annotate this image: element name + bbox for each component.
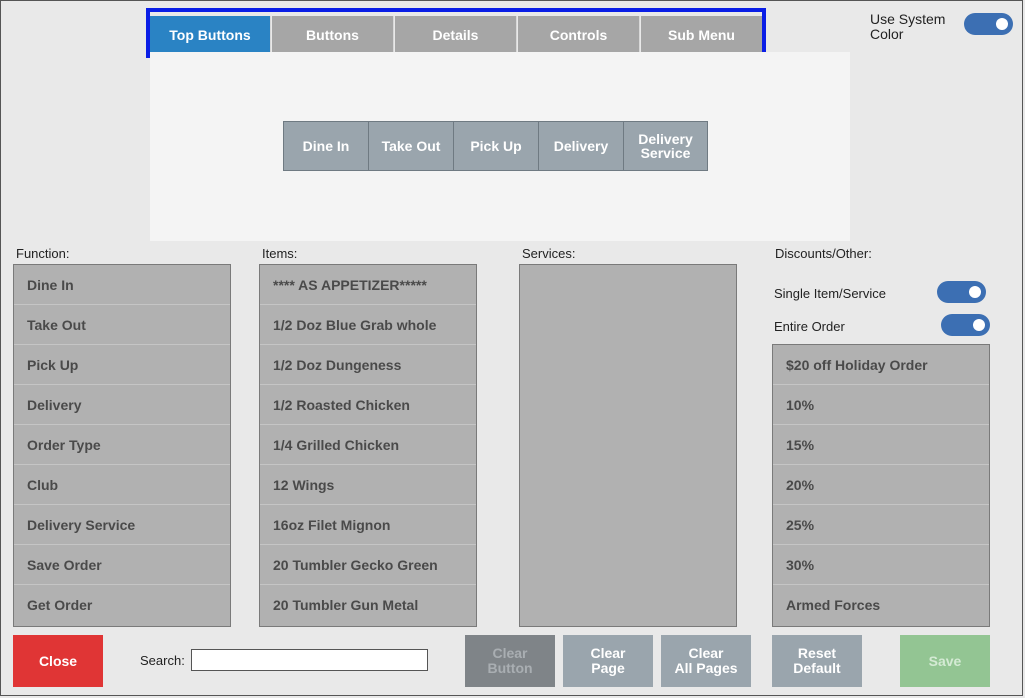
preview-button-label: Take Out <box>381 138 441 154</box>
use-system-color-line2: Color <box>870 26 904 42</box>
discounts-list: $20 off Holiday Order 10% 15% 20% 25% 30… <box>772 344 990 627</box>
entire-order-toggle[interactable] <box>941 314 990 336</box>
preview-button-label: Dine In <box>302 138 350 154</box>
btn-line1: Clear <box>492 645 528 661</box>
list-item[interactable]: Armed Forces <box>773 585 989 625</box>
preview-button-label: Delivery <box>638 131 693 147</box>
tab-top-buttons[interactable]: Top Buttons <box>150 16 271 54</box>
list-item[interactable]: Take Out <box>14 305 230 345</box>
services-label: Services: <box>522 246 576 261</box>
close-button[interactable]: Close <box>13 635 103 687</box>
list-item[interactable]: Delivery <box>14 385 230 425</box>
list-item[interactable]: Dine In <box>14 265 230 305</box>
preview-button-delivery[interactable]: Delivery <box>538 121 624 171</box>
list-item[interactable]: 20% <box>773 465 989 505</box>
list-item[interactable]: 1/2 Doz Blue Grab whole <box>260 305 476 345</box>
function-list: Dine In Take Out Pick Up Delivery Order … <box>13 264 231 627</box>
tab-controls[interactable]: Controls <box>518 16 640 54</box>
list-item[interactable]: 10% <box>773 385 989 425</box>
search-label: Search: <box>140 653 185 668</box>
toggle-knob <box>973 319 985 331</box>
preview-button-dine-in[interactable]: Dine In <box>283 121 369 171</box>
btn-line2: Default <box>793 660 841 676</box>
list-item[interactable]: 30% <box>773 545 989 585</box>
toggle-knob <box>969 286 981 298</box>
tab-details[interactable]: Details <box>395 16 517 54</box>
list-item[interactable]: 1/4 Grilled Chicken <box>260 425 476 465</box>
use-system-color-toggle[interactable] <box>964 13 1013 35</box>
list-item[interactable]: 12 Wings <box>260 465 476 505</box>
preview-button-label-line2: Service <box>640 145 691 161</box>
discounts-label: Discounts/Other: <box>775 246 872 261</box>
entire-order-label: Entire Order <box>774 319 845 334</box>
use-system-color-line1: Use System <box>870 11 946 27</box>
list-item[interactable]: Get Order <box>14 585 230 625</box>
preview-button-take-out[interactable]: Take Out <box>368 121 454 171</box>
save-button[interactable]: Save <box>900 635 990 687</box>
function-label: Function: <box>16 246 70 261</box>
items-label: Items: <box>262 246 298 261</box>
tab-bar: Top Buttons Buttons Details Controls Sub… <box>146 8 766 58</box>
list-item[interactable]: 16oz Filet Mignon <box>260 505 476 545</box>
list-item[interactable]: **** AS APPETIZER***** <box>260 265 476 305</box>
reset-default-button[interactable]: Reset Default <box>772 635 862 687</box>
preview-button-label: Pick Up <box>470 138 522 154</box>
single-item-label: Single Item/Service <box>774 286 886 301</box>
clear-button-button[interactable]: Clear Button <box>465 635 555 687</box>
btn-line2: Button <box>487 660 533 676</box>
tab-sub-menu[interactable]: Sub Menu <box>641 16 762 54</box>
list-item[interactable]: 25% <box>773 505 989 545</box>
items-list: **** AS APPETIZER***** 1/2 Doz Blue Grab… <box>259 264 477 627</box>
list-item[interactable]: $20 off Holiday Order <box>773 345 989 385</box>
tab-buttons[interactable]: Buttons <box>272 16 394 54</box>
list-item[interactable]: Delivery Service <box>14 505 230 545</box>
list-item[interactable]: Pick Up <box>14 345 230 385</box>
list-item[interactable]: 1/2 Doz Dungeness <box>260 345 476 385</box>
list-item[interactable]: 15% <box>773 425 989 465</box>
clear-page-button[interactable]: Clear Page <box>563 635 653 687</box>
clear-all-pages-button[interactable]: Clear All Pages <box>661 635 751 687</box>
use-system-color-label: Use System Color <box>870 12 945 42</box>
list-item[interactable]: Save Order <box>14 545 230 585</box>
list-item[interactable]: 1/2 Roasted Chicken <box>260 385 476 425</box>
btn-line1: Clear <box>590 645 626 661</box>
preview-button-delivery-service[interactable]: Delivery Service <box>623 121 708 171</box>
list-item[interactable]: Club <box>14 465 230 505</box>
btn-line2: All Pages <box>674 660 738 676</box>
toggle-knob <box>996 18 1008 30</box>
btn-line1: Clear <box>688 645 724 661</box>
list-item[interactable]: Order Type <box>14 425 230 465</box>
preview-button-label: Delivery <box>553 138 609 154</box>
services-list[interactable] <box>519 264 737 627</box>
preview-button-pick-up[interactable]: Pick Up <box>453 121 539 171</box>
list-item[interactable]: 20 Tumbler Gecko Green <box>260 545 476 585</box>
single-item-toggle[interactable] <box>937 281 986 303</box>
list-item[interactable]: 20 Tumbler Gun Metal <box>260 585 476 625</box>
search-input[interactable] <box>191 649 428 671</box>
btn-line1: Reset <box>797 645 837 661</box>
btn-line2: Page <box>591 660 625 676</box>
